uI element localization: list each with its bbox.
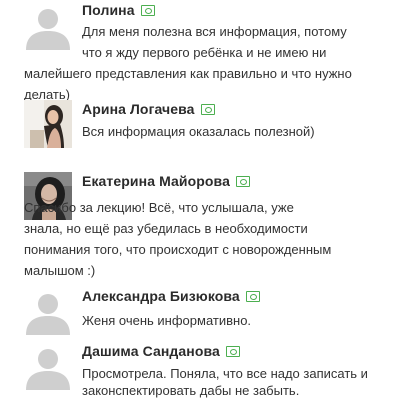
comment-text: Для меня полезна вся информация, потому xyxy=(82,21,347,42)
comment-line: малышом :) xyxy=(24,263,96,278)
comment-line: Просмотрела. Поняла, что все надо записа… xyxy=(82,366,368,381)
verified-money-icon xyxy=(200,103,215,115)
comment-text: Женя очень информативно. xyxy=(82,310,251,331)
comment-text: что я жду первого ребёнка и не имею ни xyxy=(82,42,326,63)
comment-line: знала, но ещё раз убедилась в необходимо… xyxy=(24,221,308,236)
comment-line: Для меня полезна вся информация, потому xyxy=(82,24,347,39)
comment-text: законспектировать дабы не забыть. xyxy=(82,380,299,400)
default-avatar-icon[interactable] xyxy=(24,2,72,50)
comment-text: малышом :) xyxy=(24,260,95,281)
comment-author[interactable]: Арина Логачева xyxy=(82,101,195,117)
comment-line: Женя очень информативно. xyxy=(82,313,252,328)
verified-money-icon xyxy=(140,4,155,16)
comment-author[interactable]: Александра Бизюкова xyxy=(82,288,240,304)
comment-text: понимания того, что происходит с новорож… xyxy=(24,239,331,260)
verified-money-icon xyxy=(235,175,250,187)
comment-line: Спасибо за лекцию! Всё, что услышала, уж… xyxy=(24,200,294,215)
comment-author[interactable]: Дашима Санданова xyxy=(82,343,220,359)
comment-text: малейшего представления как правильно и … xyxy=(24,63,352,84)
comment-feed: Полина Для меня полезна вся информация, … xyxy=(0,0,400,400)
comment-text: Вся информация оказалась полезной) xyxy=(82,121,315,142)
verified-money-icon xyxy=(245,290,260,302)
comment-line: малейшего представления как правильно и … xyxy=(24,66,352,81)
comment-text: Спасибо за лекцию! Всё, что услышала, уж… xyxy=(24,197,294,218)
default-avatar-icon[interactable] xyxy=(24,342,72,390)
comment-line: понимания того, что происходит с новорож… xyxy=(24,242,332,257)
user-photo-avatar[interactable] xyxy=(24,100,72,148)
comment-text: знала, но ещё раз убедилась в необходимо… xyxy=(24,218,308,239)
default-avatar-icon[interactable] xyxy=(24,287,72,335)
comment-line: что я жду первого ребёнка и не имею ни xyxy=(82,45,327,60)
comment-line: законспектировать дабы не забыть. xyxy=(82,383,300,398)
comment-author[interactable]: Екатерина Майорова xyxy=(82,173,230,189)
comment-author[interactable]: Полина xyxy=(82,2,135,18)
verified-money-icon xyxy=(225,345,240,357)
comment-line: Вся информация оказалась полезной) xyxy=(82,124,315,139)
